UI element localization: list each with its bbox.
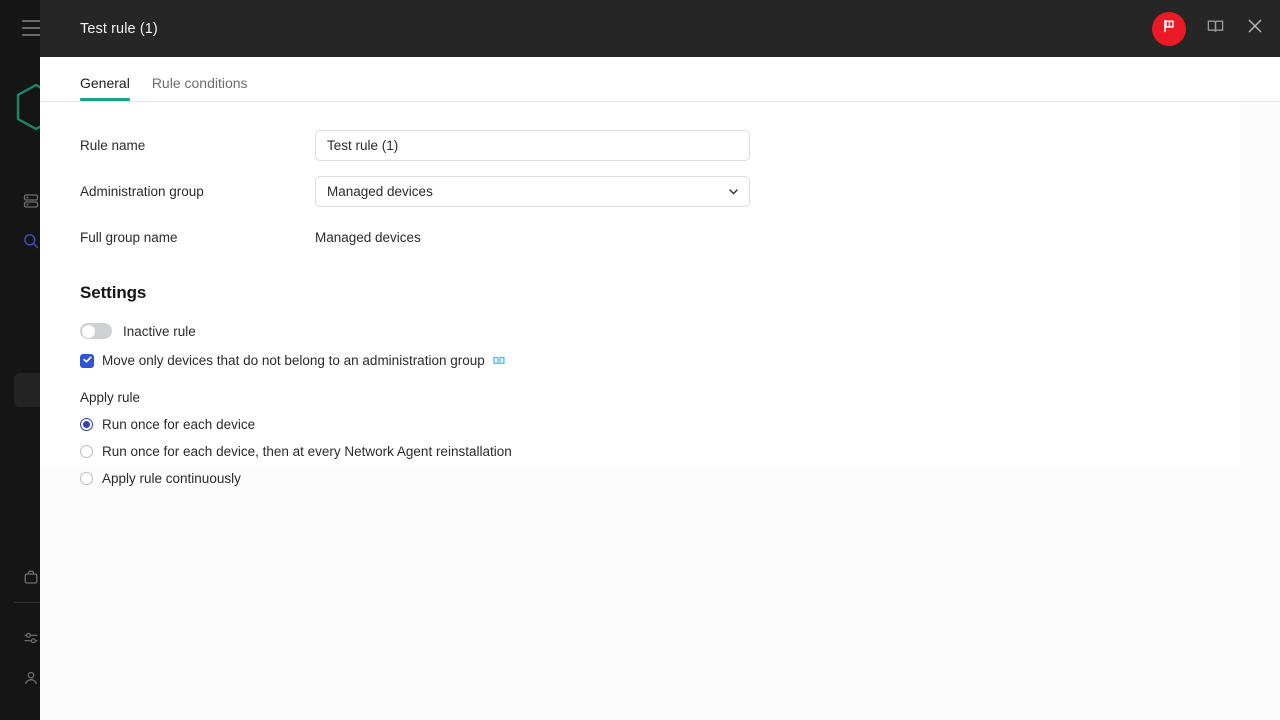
window-title: Test rule (1) [80, 21, 158, 37]
inactive-rule-toggle[interactable] [80, 323, 112, 339]
move-only-devices-row: Move only devices that do not belong to … [80, 353, 1200, 368]
rule-name-row: Rule name [80, 122, 1200, 168]
full-group-name-label: Full group name [80, 230, 315, 245]
general-settings-card: Rule name Administration group Managed d… [40, 103, 1240, 467]
hamburger-bar [22, 20, 42, 22]
hamburger-bar [22, 27, 42, 29]
rule-name-label: Rule name [80, 138, 315, 153]
flag-badge-button[interactable] [1152, 12, 1186, 46]
administration-group-label: Administration group [80, 184, 315, 199]
apply-rule-label: Apply rule [80, 390, 1200, 405]
chevron-down-icon [727, 185, 739, 197]
full-group-name-row: Full group name Managed devices [80, 214, 1200, 260]
tab-bar: General Rule conditions [40, 57, 1280, 102]
move-only-devices-checkbox[interactable] [80, 354, 94, 368]
rule-name-input[interactable] [315, 130, 750, 161]
toggle-knob [82, 325, 95, 338]
sliders-settings-icon [22, 629, 40, 652]
administration-group-select[interactable]: Managed devices [315, 176, 750, 207]
inactive-rule-row: Inactive rule [80, 323, 1200, 339]
checkmark-icon [82, 352, 93, 370]
apply-option-label: Run once for each device, then at every … [102, 444, 512, 459]
briefcase-icon [22, 568, 40, 591]
apply-option-row: Run once for each device, then at every … [80, 444, 1200, 459]
apply-option-row: Apply rule continuously [80, 471, 1200, 486]
tab-rule-conditions[interactable]: Rule conditions [152, 76, 248, 101]
app-root: Test rule (1) [0, 0, 1280, 720]
settings-section-title: Settings [80, 283, 1200, 303]
hamburger-menu-icon[interactable] [22, 20, 42, 36]
apply-option-radio-continuous[interactable] [80, 472, 93, 485]
administration-group-value: Managed devices [327, 184, 433, 199]
move-only-devices-label: Move only devices that do not belong to … [102, 353, 485, 368]
user-account-icon [22, 669, 40, 692]
tab-general[interactable]: General [80, 76, 130, 101]
apply-option-row: Run once for each device [80, 417, 1200, 432]
administration-group-row: Administration group Managed devices [80, 168, 1200, 214]
hamburger-bar [22, 34, 42, 36]
search-icon [22, 232, 40, 255]
inactive-rule-label: Inactive rule [123, 324, 196, 339]
server-stack-icon [22, 192, 40, 215]
apply-option-radio-once[interactable] [80, 418, 93, 431]
window-titlebar: Test rule (1) [40, 0, 1280, 57]
apply-option-label: Run once for each device [102, 417, 255, 432]
flag-icon [1161, 18, 1177, 39]
book-help-icon[interactable] [492, 354, 506, 368]
book-manual-icon [1206, 17, 1225, 41]
close-icon [1246, 17, 1264, 40]
rule-properties-window: Test rule (1) [40, 0, 1280, 720]
full-group-name-value: Managed devices [315, 230, 421, 245]
apply-option-radio-reinstall[interactable] [80, 445, 93, 458]
close-button[interactable] [1244, 18, 1266, 40]
titlebar-actions [1152, 0, 1266, 57]
apply-option-label: Apply rule continuously [102, 471, 241, 486]
manual-button[interactable] [1204, 18, 1226, 40]
